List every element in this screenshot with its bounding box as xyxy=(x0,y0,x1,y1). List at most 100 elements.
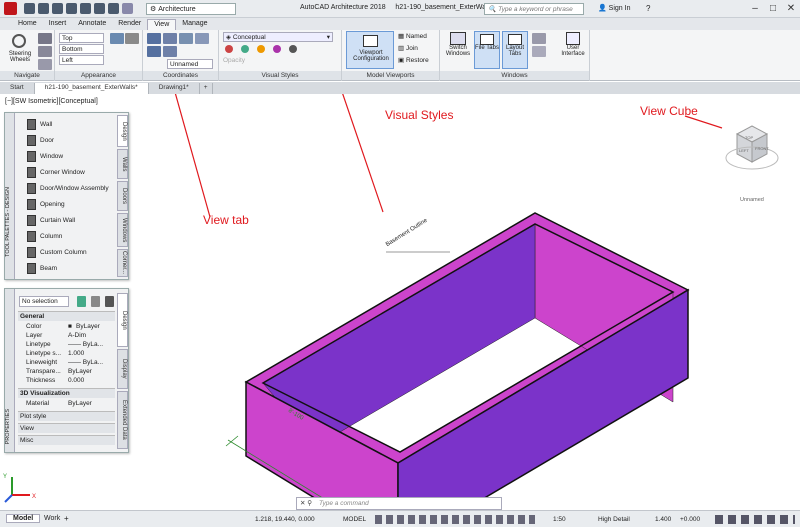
edge-icon[interactable] xyxy=(241,45,249,53)
3d-visualization-header[interactable]: 3D Visualization xyxy=(18,388,115,398)
select-objects-icon[interactable] xyxy=(105,296,114,307)
view-section[interactable]: View xyxy=(18,423,115,433)
palette-item-beam[interactable]: Beam xyxy=(27,261,57,275)
palette-tab-walls[interactable]: Walls xyxy=(117,149,128,179)
drafting-toggle-icons[interactable] xyxy=(375,515,535,524)
zoom-icon[interactable] xyxy=(38,59,52,70)
doc-tab-drawing1[interactable]: Drawing1* xyxy=(149,83,200,94)
ucs-z-icon[interactable] xyxy=(163,46,177,57)
orbit-icon[interactable] xyxy=(38,46,52,57)
workspace-selector[interactable]: ⚙ Architecture xyxy=(146,3,236,15)
tool-palette-titlebar[interactable]: TOOL PALETTES - DESIGN xyxy=(5,113,15,279)
annotation-scale[interactable]: 1:50 xyxy=(553,516,566,523)
ucs-combo[interactable]: Unnamed xyxy=(167,59,213,69)
tab-render[interactable]: Render xyxy=(112,19,147,30)
switch-windows-button[interactable]: Switch Windows xyxy=(444,32,472,70)
plot-style-section[interactable]: Plot style xyxy=(18,411,115,421)
restore-button[interactable]: ▣ Restore xyxy=(398,56,429,64)
palette-tab-windows[interactable]: Windows xyxy=(117,213,128,247)
prop-row-thickness[interactable]: Thickness 0.000 xyxy=(18,377,115,386)
steering-wheels-button[interactable]: Steering Wheels xyxy=(2,51,38,63)
model-layout-tab[interactable]: Model xyxy=(6,514,41,523)
view-icon[interactable] xyxy=(110,33,124,44)
tile-icon[interactable] xyxy=(532,33,546,44)
palette-item-door-window-assembly[interactable]: Door/Window Assembly xyxy=(27,181,109,195)
doc-tab-start[interactable]: Start xyxy=(0,83,35,94)
named-button[interactable]: ▦ Named xyxy=(398,32,427,40)
tab-view[interactable]: View xyxy=(147,19,177,30)
maximize-icon[interactable]: □ xyxy=(763,2,783,15)
material-icon[interactable] xyxy=(257,45,265,53)
help-icon[interactable]: ? xyxy=(646,4,650,13)
app-menu-icon[interactable] xyxy=(4,2,17,15)
close-icon[interactable]: ✕ xyxy=(781,2,800,15)
new-tab-plus-icon[interactable]: + xyxy=(200,83,213,94)
cascade-icon[interactable] xyxy=(532,46,546,57)
command-line[interactable]: ✕ ⚲ Type a command xyxy=(296,497,502,510)
selection-combo[interactable]: No selection xyxy=(19,296,69,307)
sign-in-button[interactable]: 👤 Sign In xyxy=(598,4,630,12)
model-space-button[interactable]: MODEL xyxy=(343,516,366,523)
palette-tab-corner[interactable]: Corner... xyxy=(117,249,128,277)
general-section-header[interactable]: General xyxy=(18,311,115,321)
open-icon[interactable] xyxy=(38,3,49,14)
minimize-icon[interactable]: – xyxy=(745,2,765,15)
palette-tab-design[interactable]: Design xyxy=(117,115,128,147)
tab-insert[interactable]: Insert xyxy=(43,19,73,30)
shadow-icon[interactable] xyxy=(225,45,233,53)
prop-row-material[interactable]: Material ByLayer xyxy=(18,400,115,409)
redo-icon[interactable] xyxy=(108,3,119,14)
elevation-value[interactable]: +0.000 xyxy=(680,516,700,523)
properties-titlebar[interactable]: PROPERTIES xyxy=(5,289,15,452)
search-box[interactable]: 🔍 Type a keyword or phrase xyxy=(484,3,584,15)
ucs-y-icon[interactable] xyxy=(195,33,209,44)
work-layout-tab[interactable]: Work xyxy=(44,515,60,522)
properties-tab-display[interactable]: Display xyxy=(117,349,128,389)
tab-annotate[interactable]: Annotate xyxy=(72,19,112,30)
properties-tab-design[interactable]: Design xyxy=(117,293,128,347)
misc-section[interactable]: Misc xyxy=(18,435,115,445)
palette-item-door[interactable]: Door xyxy=(27,133,54,147)
palette-tab-doors[interactable]: Doors xyxy=(117,181,128,211)
ucs-3pt-icon[interactable] xyxy=(147,46,161,57)
prop-row-lineweight[interactable]: Lineweight —— ByLa... xyxy=(18,359,115,368)
plot-icon[interactable] xyxy=(80,3,91,14)
viewport-controls-label[interactable]: [−][SW Isometric][Conceptual] xyxy=(5,98,98,105)
palette-item-column[interactable]: Column xyxy=(27,229,62,243)
viewport-configuration-button[interactable]: Viewport Configuration xyxy=(346,31,394,69)
properties-tab-extended-data[interactable]: Extended Data xyxy=(117,391,128,449)
lighting-icon[interactable] xyxy=(273,45,281,53)
close-cmd-icon[interactable]: ✕ ⚲ xyxy=(300,498,312,510)
home-view-icon[interactable] xyxy=(125,33,139,44)
palette-item-window[interactable]: Window xyxy=(27,149,63,163)
views-combo-top[interactable]: Top xyxy=(59,33,104,43)
cut-plane-value[interactable]: 1.400 xyxy=(655,516,671,523)
ucs-x-icon[interactable] xyxy=(179,33,193,44)
file-tabs-button[interactable]: File Tabs xyxy=(474,31,500,69)
new-icon[interactable] xyxy=(24,3,35,14)
face-style-icon[interactable] xyxy=(289,45,297,53)
ucs-icon[interactable] xyxy=(147,33,161,44)
views-combo-left[interactable]: Left xyxy=(59,55,104,65)
layout-tabs-button[interactable]: Layout Tabs xyxy=(502,31,528,69)
doc-tab-basement[interactable]: h21-190_basement_ExterWalls* xyxy=(34,83,149,94)
prop-row-linetype[interactable]: Linetype —— ByLa... xyxy=(18,341,115,350)
palette-item-wall[interactable]: Wall xyxy=(27,117,52,131)
ucs-name-label[interactable]: Unnamed xyxy=(740,197,764,203)
prop-row-linetype-scale[interactable]: Linetype s... 1.000 xyxy=(18,350,115,359)
ucs-world-icon[interactable] xyxy=(163,33,177,44)
tab-home[interactable]: Home xyxy=(12,19,43,30)
pickadd-icon[interactable] xyxy=(91,296,100,307)
quick-select-icon[interactable] xyxy=(77,296,86,307)
prop-row-layer[interactable]: Layer A-Dim xyxy=(18,332,115,341)
palette-item-curtain-wall[interactable]: Curtain Wall xyxy=(27,213,75,227)
status-tray-icons[interactable] xyxy=(715,515,795,524)
save-icon[interactable] xyxy=(52,3,63,14)
add-layout-plus-icon[interactable]: + xyxy=(64,514,69,523)
visual-style-combo[interactable]: ◈ Conceptual ▾ xyxy=(223,32,333,42)
prop-row-color[interactable]: Color ■ ByLayer xyxy=(18,323,115,332)
user-interface-button[interactable]: User Interface xyxy=(558,32,588,70)
undo-icon[interactable] xyxy=(94,3,105,14)
saveas-icon[interactable] xyxy=(66,3,77,14)
join-button[interactable]: ▥ Join xyxy=(398,44,418,52)
